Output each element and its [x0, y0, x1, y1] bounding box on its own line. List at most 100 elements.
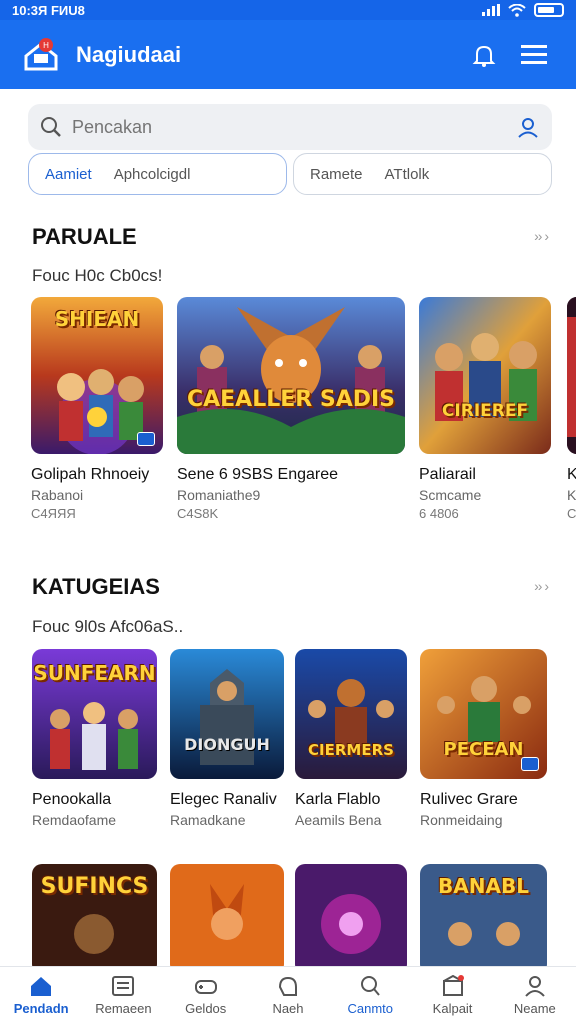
search-bar — [28, 104, 552, 150]
filter-chip[interactable]: Aamiet Aphcolcigdl — [28, 153, 287, 195]
magic-art-icon — [295, 864, 407, 966]
nav-label: Remaeen — [95, 1001, 152, 1016]
featured-row: SHIEAN Golipah Rhnoeiy Rabanoi C4ЯЯЯ CAE… — [0, 297, 576, 537]
user-search-icon[interactable] — [516, 115, 540, 139]
card-subtitle: Remdaofame — [32, 812, 117, 828]
search-icon — [361, 976, 381, 996]
card-art-title: SUNFEARN — [33, 661, 156, 685]
chip-label-primary: Aamiet — [45, 165, 92, 183]
card-meta: C — [567, 506, 576, 521]
knight-art-icon: DIONGUH — [170, 649, 284, 779]
menu-icon[interactable] — [514, 35, 554, 75]
nav-item-games[interactable]: Geldos — [165, 967, 247, 1024]
battery-icon — [534, 3, 564, 17]
game-card[interactable]: CIERMERS Karla Flablo Aeamils Bena — [295, 649, 407, 828]
nav-item-list[interactable]: Remaeen — [82, 967, 164, 1024]
search-input[interactable] — [72, 116, 516, 138]
nav-item-store[interactable]: Kalpait — [411, 967, 493, 1024]
game-card[interactable]: CIRIEREF Paliarail Scmcame 6 4806 — [419, 297, 551, 521]
game-card[interactable]: SUFINCS — [32, 864, 157, 966]
nav-label: Kalpait — [432, 1001, 473, 1016]
ranger-art-icon: PECEAN — [420, 649, 547, 779]
nav-label: Geldos — [185, 1001, 227, 1016]
section-more-button[interactable]: ›› › — [534, 228, 549, 244]
card-title: Paliarail — [419, 466, 476, 483]
card-subtitle: Ramadkane — [170, 812, 246, 828]
card-title: K — [567, 466, 576, 483]
signal-icon — [482, 4, 500, 16]
card-art-title: BANABL — [438, 874, 529, 898]
nav-item-hand[interactable]: Naeh — [247, 967, 329, 1024]
notification-bell-icon[interactable] — [464, 35, 504, 75]
card-meta: C4S8K — [177, 506, 219, 521]
section-more-button[interactable]: ›› › — [534, 578, 549, 594]
app-logo-icon[interactable]: H — [22, 36, 60, 74]
card-subtitle: K — [567, 487, 576, 503]
winged-beast-art-icon: CAEALLER SADIS — [177, 297, 405, 454]
more-games-row: SUFINCS BANABL — [0, 864, 576, 966]
game-card[interactable] — [170, 864, 284, 966]
card-subtitle: Ronmeidaing — [420, 812, 503, 828]
game-card[interactable]: DIONGUH Elegec Ranaliv Ramadkane — [170, 649, 284, 828]
game-card[interactable]: K K C — [567, 297, 576, 521]
app-bar: H Nagiudaai — [0, 20, 576, 89]
search-icon — [41, 117, 61, 137]
status-bar: 10:3Я FИU8 — [0, 0, 576, 20]
nav-item-search[interactable]: Canmto — [329, 967, 411, 1024]
game-card[interactable]: CAEALLER SADIS Sene 6 9SBS Engaree Roman… — [177, 297, 405, 521]
fox-warrior-art-icon — [170, 864, 284, 966]
card-title: Elegec Ranaliv — [170, 791, 277, 808]
game-card[interactable]: BANABL — [420, 864, 547, 966]
svg-text:H: H — [43, 41, 49, 50]
card-meta: C4ЯЯЯ — [31, 506, 76, 521]
nav-item-home[interactable]: Pendadn — [0, 967, 82, 1024]
card-title: Sene 6 9SBS Engaree — [177, 466, 339, 483]
category-row: SUNFEARN Penookalla Remdaofame DIONGUH E… — [0, 649, 576, 839]
card-art-title: CAEALLER SADIS — [186, 387, 396, 412]
game-card[interactable]: SUNFEARN Penookalla Remdaofame — [32, 649, 157, 828]
hand-icon — [278, 976, 297, 996]
filter-chips: Aamiet Aphcolcigdl Ramete ATtlolk — [28, 153, 552, 195]
game-card[interactable]: SHIEAN Golipah Rhnoeiy Rabanoi C4ЯЯЯ — [31, 297, 163, 521]
nav-label: Neame — [513, 1001, 556, 1016]
game-card[interactable] — [295, 864, 407, 966]
home-icon — [31, 977, 52, 996]
card-subtitle: Romaniathe9 — [177, 487, 261, 503]
card-title: Karla Flablo — [295, 791, 381, 808]
filter-chip[interactable]: Ramete ATtlolk — [293, 153, 552, 195]
badge-icon — [521, 757, 539, 771]
nav-label: Naeh — [272, 1001, 304, 1016]
section-title: KATUGEIAS — [32, 574, 160, 599]
nav-label: Canmto — [347, 1001, 394, 1016]
store-icon — [442, 975, 464, 996]
card-meta: 6 4806 — [419, 506, 459, 521]
card-art-title: CIERMERS — [308, 741, 394, 759]
card-art-title: SUFINCS — [40, 874, 149, 899]
card-title: Golipah Rhnoeiy — [31, 466, 150, 483]
battle-art-icon: BANABL — [420, 864, 547, 966]
game-card[interactable]: PECEAN Rulivec Grare Ronmeidaing — [420, 649, 547, 828]
card-subtitle: Aeamils Bena — [295, 812, 382, 828]
card-art-title: DIONGUH — [184, 735, 270, 754]
nav-item-profile[interactable]: Neame — [494, 967, 576, 1024]
section-title: PARUALE — [32, 224, 137, 249]
heroes-art-icon: SHIEAN — [31, 297, 163, 454]
chip-label-secondary: ATtlolk — [384, 165, 430, 183]
badge-icon — [137, 432, 155, 446]
bottom-nav: Pendadn Remaeen Geldos Naeh Canmto Kalpa… — [0, 966, 576, 1024]
card-art-title: SHIEAN — [54, 307, 140, 331]
card-subtitle: Rabanoi — [31, 487, 84, 503]
list-icon — [112, 976, 135, 996]
rogue-art-icon: SUFINCS — [32, 864, 157, 966]
card-title: Penookalla — [32, 791, 112, 808]
nav-label: Pendadn — [13, 1001, 69, 1016]
warriors-art-icon: CIRIEREF — [419, 297, 551, 454]
card-title: Rulivec Grare — [420, 791, 518, 808]
team-art-icon: SUNFEARN — [32, 649, 157, 779]
army-art-icon: CIERMERS — [295, 649, 407, 779]
status-icons — [482, 3, 564, 17]
wifi-icon — [508, 3, 526, 17]
section-subtitle: Fouc 9l0s Afc06aS.. — [32, 617, 184, 636]
partial-art-icon — [567, 297, 576, 454]
app-title: Nagiudaai — [76, 41, 182, 67]
